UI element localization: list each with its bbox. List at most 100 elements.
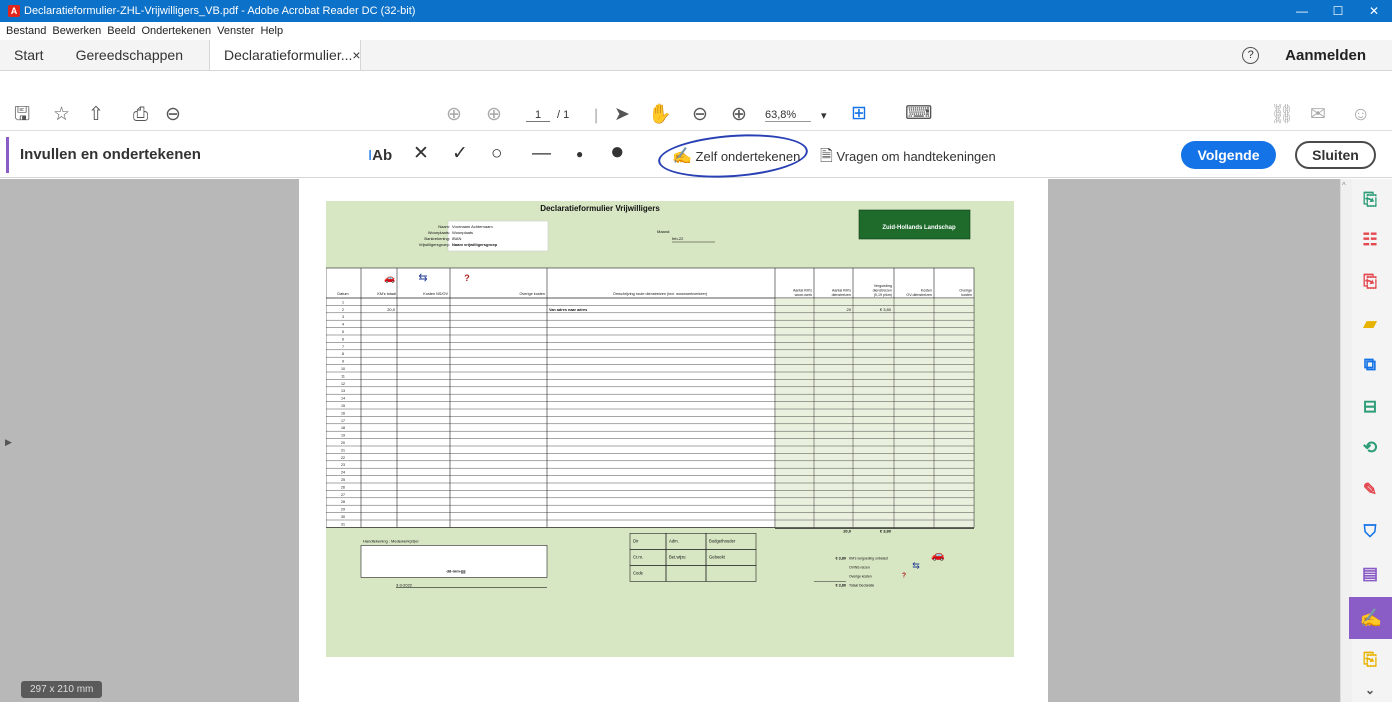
tab-document[interactable]: Declaratieformulier... × bbox=[209, 40, 361, 70]
comment-icon[interactable]: ▰ bbox=[1359, 313, 1381, 335]
combine-files-icon[interactable]: ⧉ bbox=[1359, 354, 1381, 376]
row-day: 10 bbox=[341, 367, 345, 371]
menu-bestand[interactable]: Bestand bbox=[6, 25, 46, 37]
zoom-dropdown-icon[interactable]: ▾ bbox=[821, 109, 827, 122]
summary-car-icon: 🚗 bbox=[931, 549, 945, 561]
tab-bar: Start Gereedschappen Declaratieformulier… bbox=[0, 40, 1392, 71]
tab-tools-label: Gereedschappen bbox=[75, 47, 183, 63]
scroll-down-chevron-icon[interactable]: ⌄ bbox=[1359, 679, 1381, 701]
zoom-in-icon[interactable]: ⊕ bbox=[731, 105, 747, 125]
row-day: 15 bbox=[341, 404, 345, 408]
menu-venster[interactable]: Venster bbox=[217, 25, 254, 37]
column-header: woon-werk bbox=[795, 293, 813, 297]
search-zoom-icon[interactable]: ⊖ bbox=[165, 105, 181, 125]
email-icon[interactable]: ✉ bbox=[1310, 105, 1326, 125]
summary-label: Totaal Declaratie bbox=[849, 583, 874, 587]
fill-and-sign-icon[interactable]: ✍ bbox=[1349, 597, 1392, 639]
column-header: KM's totaal bbox=[377, 292, 396, 296]
fill-form-icon[interactable]: ▤ bbox=[1359, 563, 1381, 585]
bookmark-star-icon[interactable]: ☆ bbox=[53, 105, 70, 125]
shaded-column bbox=[934, 298, 974, 528]
row-day: 22 bbox=[341, 456, 345, 460]
circle-tool[interactable]: ○ bbox=[491, 143, 502, 165]
tab-document-label: Declaratieformulier... bbox=[224, 47, 353, 63]
create-pdf-icon[interactable]: ⎘ bbox=[1359, 189, 1381, 211]
edit-pdf-icon[interactable]: ✎ bbox=[1359, 479, 1381, 501]
close-window-button[interactable]: ✕ bbox=[1356, 0, 1392, 22]
help-icon[interactable]: ? bbox=[1242, 47, 1260, 64]
share-link-icon[interactable]: ⛓ bbox=[1270, 105, 1294, 125]
check-mark-tool[interactable]: ✓ bbox=[452, 143, 468, 165]
pdf-page[interactable]: Declaratieformulier Vrijwilligers Naam: Vo… bbox=[299, 179, 1048, 702]
row-allowance: € 3,80 bbox=[880, 307, 892, 312]
menu-bewerken[interactable]: Bewerken bbox=[52, 25, 101, 37]
hand-tool-icon[interactable]: ✋ bbox=[648, 105, 672, 125]
zoom-out-icon[interactable]: ⊖ bbox=[692, 105, 708, 125]
summary-label: OV/NS reizen bbox=[849, 565, 870, 569]
row-day: 7 bbox=[342, 345, 344, 349]
info-label: Naam: bbox=[438, 224, 450, 229]
row-day: 25 bbox=[341, 478, 345, 482]
row-day: 6 bbox=[342, 337, 344, 341]
fit-page-icon[interactable]: ⊞ bbox=[851, 104, 867, 124]
close-fill-sign-button[interactable]: Sluiten bbox=[1295, 141, 1376, 169]
convert-icon[interactable]: ⟲ bbox=[1359, 437, 1381, 459]
other-costs-icon: ? bbox=[464, 273, 470, 283]
save-icon[interactable]: 🖫 bbox=[14, 105, 30, 125]
line-tool[interactable]: — bbox=[532, 143, 551, 165]
scroll-up-icon[interactable]: ^ bbox=[1342, 181, 1346, 190]
menu-help[interactable]: Help bbox=[260, 25, 283, 37]
account-icon[interactable]: ☺ bbox=[1351, 105, 1370, 125]
shaded-column bbox=[814, 298, 853, 528]
column-header: (0,19 p/km) bbox=[874, 293, 892, 297]
print-icon[interactable]: ⎙ bbox=[133, 105, 148, 125]
zoom-level-input[interactable]: 63,8% bbox=[765, 109, 811, 122]
logo-text: Zuid-Hollands Landschap bbox=[882, 225, 956, 231]
sign-yourself-label: Zelf ondertekenen bbox=[695, 149, 801, 164]
info-value: Voornaam Achternaam bbox=[452, 224, 493, 229]
tab-tools[interactable]: Gereedschappen bbox=[58, 40, 209, 70]
more-tools-icon[interactable]: ⎘ bbox=[1359, 649, 1381, 671]
previous-page-icon[interactable]: ⊕ bbox=[446, 105, 462, 125]
next-page-icon[interactable]: ⊕ bbox=[486, 105, 502, 125]
column-header: Vergoeding bbox=[874, 284, 892, 288]
row-day: 17 bbox=[341, 419, 345, 423]
admin-label: Cr.nr. bbox=[633, 554, 643, 559]
menu-beeld[interactable]: Beeld bbox=[107, 25, 135, 37]
info-label: Bankrekening: bbox=[424, 236, 450, 241]
add-text-tool[interactable]: IAb bbox=[368, 145, 392, 167]
menu-ondertekenen[interactable]: Ondertekenen bbox=[141, 25, 211, 37]
large-dot-tool[interactable]: ● bbox=[610, 140, 625, 164]
keyboard-scroll-icon[interactable]: ⌨ bbox=[905, 104, 932, 124]
page-number-input[interactable]: 1 bbox=[526, 109, 550, 122]
request-signatures-button[interactable]: 🗎 Vragen om handtekeningen bbox=[820, 146, 996, 168]
row-day: 2 bbox=[342, 308, 344, 312]
info-value: Woonplaats bbox=[452, 230, 473, 235]
tab-start[interactable]: Start bbox=[0, 40, 58, 70]
signin-button[interactable]: Aanmelden bbox=[1285, 47, 1366, 64]
form-title: Declaratieformulier Vrijwilligers bbox=[540, 204, 660, 213]
select-cursor-icon[interactable]: ➤ bbox=[614, 105, 630, 125]
summary-other-icon: ? bbox=[902, 572, 906, 579]
maximize-button[interactable]: ☐ bbox=[1320, 0, 1356, 22]
upload-cloud-icon[interactable]: ⇧ bbox=[88, 105, 104, 125]
tab-close-icon[interactable]: × bbox=[352, 47, 360, 63]
minimize-button[interactable]: — bbox=[1284, 0, 1320, 22]
column-header: Kosten NS/OV bbox=[423, 292, 448, 296]
organize-pages-icon[interactable]: ☷ bbox=[1359, 229, 1381, 251]
menu-bar: Bestand Bewerken Beeld Ondertekenen Vens… bbox=[0, 22, 1392, 40]
cross-mark-tool[interactable]: ✕ bbox=[413, 143, 429, 165]
request-signatures-label: Vragen om handtekeningen bbox=[836, 149, 996, 164]
column-header: Datum bbox=[337, 292, 348, 296]
pen-sign-icon: ✍ bbox=[672, 148, 692, 165]
compress-icon[interactable]: ⊟ bbox=[1359, 396, 1381, 418]
sign-yourself-button[interactable]: ✍ Zelf ondertekenen bbox=[672, 146, 800, 168]
export-pdf-icon[interactable]: ⎘ bbox=[1359, 271, 1381, 293]
dot-tool[interactable]: ● bbox=[576, 143, 583, 165]
expand-left-panel-icon[interactable]: ▶ bbox=[5, 437, 12, 448]
next-button[interactable]: Volgende bbox=[1181, 141, 1276, 169]
row-day: 1 bbox=[342, 300, 344, 304]
window-title: Declaratieformulier-ZHL-Vrijwilligers_VB… bbox=[24, 5, 416, 17]
protect-shield-icon[interactable]: ⛉ bbox=[1359, 521, 1381, 543]
right-tools-panel: ^ ⎘ ☷ ⎘ ▰ ⧉ ⊟ ⟲ ✎ ⛉ ▤ ✍ ⎘ ⌄ bbox=[1340, 179, 1392, 702]
